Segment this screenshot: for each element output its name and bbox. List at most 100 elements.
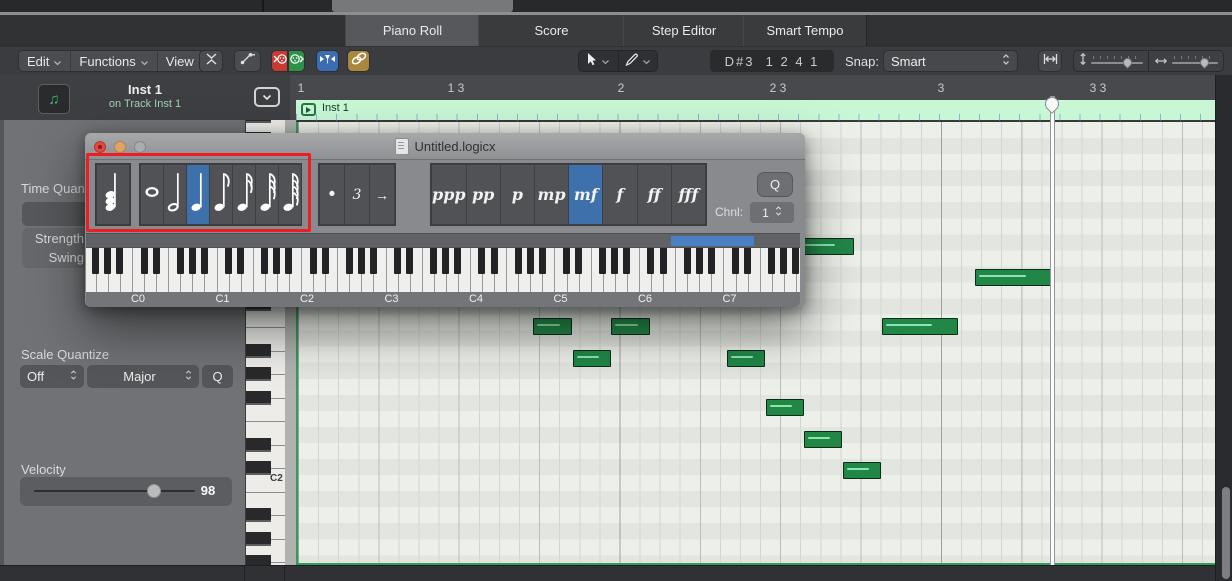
horizontal-zoom-track[interactable] [1172,56,1218,66]
black-key[interactable] [684,248,691,274]
black-key[interactable] [370,248,377,274]
midi-note[interactable] [804,431,842,448]
dynamic-f-button[interactable]: f [603,165,636,224]
tab-score[interactable]: Score [478,15,625,46]
menu-functions[interactable]: Functions [71,51,157,71]
catch-playhead-button[interactable] [316,50,339,72]
tab-step-editor[interactable]: Step Editor [623,15,745,46]
black-key[interactable] [575,248,582,274]
black-key[interactable] [454,248,461,274]
black-key[interactable] [599,248,606,274]
vertical-zoom-track[interactable] [1091,56,1143,66]
region-play-button[interactable] [301,103,316,116]
black-key[interactable] [708,248,715,274]
scale-quantize-apply-button[interactable]: Q [202,365,233,388]
black-key[interactable] [92,248,99,274]
black-key[interactable] [246,120,271,123]
black-key[interactable] [394,248,401,274]
velocity-track[interactable] [34,490,195,492]
dynamic-mp-button[interactable]: mp [535,165,568,224]
black-key[interactable] [177,248,184,274]
black-key[interactable] [611,248,618,274]
black-key[interactable] [780,248,787,274]
auto-fit-width-button[interactable] [1038,50,1062,72]
black-key[interactable] [792,248,799,274]
snap-select[interactable]: Smart [883,50,1018,72]
midi-note[interactable] [533,318,572,335]
black-key[interactable] [225,248,232,274]
black-key[interactable] [153,248,160,274]
black-key[interactable] [539,248,546,274]
black-key[interactable] [246,555,271,565]
channel-stepper[interactable]: 1 [750,202,794,223]
zoom-button[interactable] [134,141,146,153]
scale-root-select[interactable]: Off [20,365,84,388]
vertical-scrollbar[interactable] [1215,75,1232,581]
black-key[interactable] [189,248,196,274]
black-key[interactable] [563,248,570,274]
black-key[interactable] [358,248,365,274]
scale-mode-select[interactable]: Major [87,365,199,388]
black-key[interactable] [660,248,667,274]
black-key[interactable] [732,248,739,274]
midi-note[interactable] [882,318,958,335]
black-key[interactable] [406,248,413,274]
midi-note[interactable] [611,318,650,335]
midi-in-button[interactable] [271,50,288,72]
sustain-tie-button[interactable]: → [370,165,394,224]
dynamic-ff-button[interactable]: ff [638,165,671,224]
vertical-scrollbar-thumb[interactable] [1222,487,1230,579]
quantize-button[interactable]: Q [757,172,793,197]
dynamic-mf-button[interactable]: mf [569,165,602,224]
black-key[interactable] [430,248,437,274]
black-key[interactable] [515,248,522,274]
black-key[interactable] [623,248,630,274]
midi-note[interactable] [843,462,881,479]
black-key[interactable] [246,367,271,381]
black-key[interactable] [527,248,534,274]
tab-smart-tempo[interactable]: Smart Tempo [743,15,867,46]
black-key[interactable] [322,248,329,274]
midi-note[interactable] [766,399,804,416]
midi-note[interactable] [975,269,1052,286]
tab-piano-roll[interactable]: Piano Roll [345,15,480,46]
pointer-tool-button[interactable] [579,51,619,71]
black-key[interactable] [442,248,449,274]
black-key[interactable] [696,248,703,274]
black-key[interactable] [246,391,271,405]
black-key[interactable] [768,248,775,274]
black-key[interactable] [246,438,271,452]
playhead-line[interactable] [1051,97,1054,565]
black-key[interactable] [273,248,280,274]
horizontal-zoom-slider[interactable] [1149,51,1223,71]
triplet-button[interactable]: 3 [345,165,369,224]
black-key[interactable] [491,248,498,274]
dot-button[interactable]: • [320,165,344,224]
close-button[interactable] [94,141,106,153]
dynamic-pp-button[interactable]: pp [467,165,500,224]
black-key[interactable] [246,508,271,522]
black-key[interactable] [744,248,751,274]
collapse-mode-button[interactable] [199,50,223,72]
black-key[interactable] [246,344,271,358]
piano-keyboard-horizontal[interactable] [86,248,800,292]
black-key[interactable] [246,461,271,475]
black-key[interactable] [261,248,268,274]
velocity-slider[interactable]: 98 [20,477,232,506]
midi-note[interactable] [727,350,765,367]
velocity-thumb[interactable] [147,484,161,498]
midi-draw-button[interactable] [234,50,261,72]
black-key[interactable] [116,248,123,274]
dynamic-ppp-button[interactable]: ppp [432,165,466,224]
minimize-button[interactable] [114,141,126,153]
black-key[interactable] [285,248,292,274]
midi-out-button[interactable] [288,50,305,72]
black-key[interactable] [246,532,271,546]
black-key[interactable] [201,248,208,274]
vertical-zoom-slider[interactable] [1074,51,1149,71]
midi-note[interactable] [573,350,611,367]
black-key[interactable] [104,248,111,274]
pencil-tool-button[interactable] [619,51,658,71]
black-key[interactable] [346,248,353,274]
black-key[interactable] [141,248,148,274]
